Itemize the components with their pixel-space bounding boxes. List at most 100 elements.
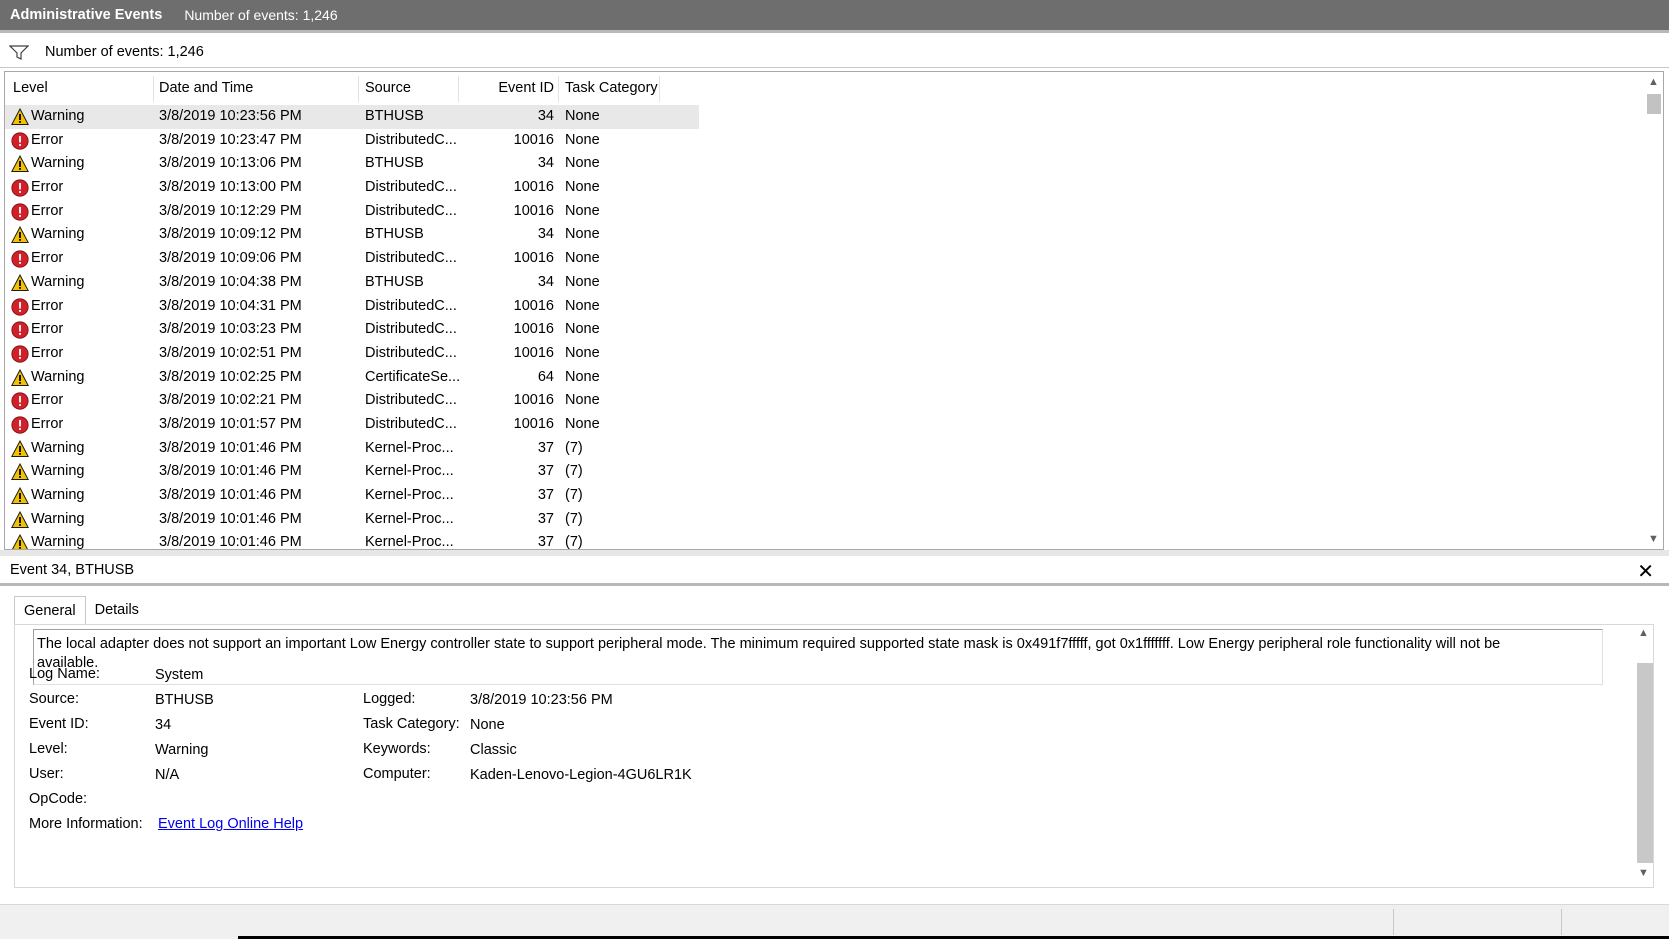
cell-level: Warning: [31, 510, 85, 527]
table-row[interactable]: Warning 3/8/2019 10:02:25 PM CertificateSe…: [5, 366, 1645, 390]
table-row[interactable]: Warning 3/8/2019 10:09:12 PM BTHUSB 34 None: [5, 223, 1645, 247]
column-header-task-category[interactable]: Task Category: [565, 72, 658, 105]
cell-source: BTHUSB: [365, 273, 424, 290]
detail-scroll-down-icon[interactable]: ▼: [1634, 867, 1653, 885]
cell-event-id: 34: [537, 273, 554, 290]
table-row[interactable]: Error 3/8/2019 10:12:29 PM DistributedC...…: [5, 200, 1645, 224]
logged-value: 3/8/2019 10:23:56 PM: [470, 692, 613, 708]
event-log-online-help-link[interactable]: Event Log Online Help: [158, 816, 303, 832]
tab-general[interactable]: General: [14, 596, 86, 624]
warning-icon: [10, 510, 30, 529]
cell-event-id: 10016: [513, 297, 554, 314]
events-list-scrollbar[interactable]: ▲ ▼: [1644, 72, 1663, 549]
warning-icon: [10, 226, 30, 244]
column-header-date[interactable]: Date and Time: [159, 72, 253, 105]
cell-task-category: None: [565, 368, 600, 385]
close-icon[interactable]: ✕: [1637, 559, 1654, 584]
table-row[interactable]: Warning 3/8/2019 10:23:56 PM BTHUSB 34 None: [5, 105, 1645, 129]
cell-date: 3/8/2019 10:01:46 PM: [159, 439, 302, 456]
table-row[interactable]: Error 3/8/2019 10:02:51 PM DistributedC...…: [5, 342, 1645, 366]
column-header-level[interactable]: Level: [13, 72, 48, 105]
cell-date: 3/8/2019 10:01:46 PM: [159, 463, 302, 480]
cell-level: Warning: [31, 155, 85, 172]
detail-scroll-thumb[interactable]: [1637, 663, 1653, 863]
cell-task-category: None: [565, 108, 600, 124]
cell-event-id: 10016: [513, 131, 554, 148]
table-row[interactable]: Warning 3/8/2019 10:01:46 PM Kernel-Proc..…: [5, 484, 1645, 508]
event-id-value: 34: [155, 717, 172, 733]
warning-icon: [10, 273, 30, 292]
cell-level: Warning: [31, 439, 85, 456]
cell-source: DistributedC...: [365, 392, 457, 409]
more-information-label: More Information:: [29, 816, 143, 832]
cell-source: BTHUSB: [365, 226, 424, 243]
cell-source: Kernel-Proc...: [365, 439, 454, 456]
table-row[interactable]: Warning 3/8/2019 10:04:38 PM BTHUSB 34 None: [5, 271, 1645, 295]
table-row[interactable]: Error 3/8/2019 10:02:21 PM DistributedC...…: [5, 389, 1645, 413]
detail-scroll-up-icon[interactable]: ▲: [1634, 627, 1653, 645]
general-tab-panel: The local adapter does not support an im…: [14, 624, 1654, 888]
detail-tabs: General Details: [14, 596, 148, 624]
filter-icon[interactable]: [9, 44, 29, 60]
table-row[interactable]: Warning 3/8/2019 10:01:46 PM Kernel-Proc..…: [5, 437, 1645, 461]
error-icon: [11, 345, 29, 363]
cell-date: 3/8/2019 10:02:51 PM: [159, 344, 302, 361]
cell-level: Warning: [31, 108, 85, 124]
cell-task-category: None: [565, 273, 600, 290]
cell-date: 3/8/2019 10:04:31 PM: [159, 297, 302, 314]
cell-event-id: 10016: [513, 250, 554, 267]
cell-event-id: 37: [537, 487, 554, 503]
cell-date: 3/8/2019 10:13:00 PM: [159, 179, 302, 196]
logged-label: Logged:: [363, 691, 416, 707]
cell-task-category: None: [565, 321, 600, 338]
scroll-down-arrow-icon[interactable]: ▼: [1644, 530, 1663, 548]
scroll-thumb[interactable]: [1647, 94, 1661, 114]
detail-scrollbar[interactable]: ▲ ▼: [1634, 625, 1653, 887]
tab-details[interactable]: Details: [86, 596, 148, 624]
cell-level: Warning: [31, 226, 85, 243]
task-category-label: Task Category:: [363, 716, 460, 732]
cell-date: 3/8/2019 10:01:46 PM: [159, 487, 302, 503]
log-name-value: System: [155, 667, 204, 683]
cell-date: 3/8/2019 10:09:12 PM: [159, 226, 302, 243]
cell-level: Warning: [31, 463, 85, 480]
description-line-1: The local adapter does not support an im…: [37, 636, 1501, 652]
cell-source: DistributedC...: [365, 202, 457, 219]
error-icon: [11, 250, 29, 268]
table-row[interactable]: Error 3/8/2019 10:01:57 PM DistributedC...…: [5, 413, 1645, 437]
table-row[interactable]: Error 3/8/2019 10:03:23 PM DistributedC...…: [5, 318, 1645, 342]
cell-task-category: None: [565, 250, 600, 267]
scroll-up-arrow-icon[interactable]: ▲: [1644, 73, 1663, 91]
detail-title: Event 34, BTHUSB: [10, 561, 135, 578]
cell-event-id: 64: [537, 368, 554, 385]
cell-level: Error: [31, 179, 64, 196]
cell-task-category: (7): [565, 463, 583, 480]
column-header-event-id[interactable]: Event ID: [458, 72, 554, 105]
table-row[interactable]: Warning 3/8/2019 10:01:46 PM Kernel-Proc..…: [5, 460, 1645, 484]
cell-date: 3/8/2019 10:13:06 PM: [159, 155, 302, 172]
cell-event-id: 10016: [513, 321, 554, 338]
cell-level: Error: [31, 392, 64, 409]
cell-source: Kernel-Proc...: [365, 510, 454, 527]
cell-task-category: (7): [565, 439, 583, 456]
events-list[interactable]: Level Date and Time Source Event ID Task…: [4, 71, 1664, 550]
cell-task-category: None: [565, 415, 600, 432]
user-value: N/A: [155, 767, 180, 783]
table-row[interactable]: Warning 3/8/2019 10:13:06 PM BTHUSB 34 None: [5, 152, 1645, 176]
window-title: Administrative Events: [10, 7, 163, 23]
error-icon: [11, 132, 29, 150]
event-description[interactable]: The local adapter does not support an im…: [33, 629, 1603, 685]
cell-date: 3/8/2019 10:23:56 PM: [159, 108, 302, 124]
warning-icon: [10, 155, 30, 173]
table-row[interactable]: Error 3/8/2019 10:04:31 PM DistributedC...…: [5, 295, 1645, 319]
keywords-label: Keywords:: [363, 741, 431, 757]
cell-level: Error: [31, 415, 64, 432]
table-row[interactable]: Error 3/8/2019 10:09:06 PM DistributedC...…: [5, 247, 1645, 271]
table-row[interactable]: Warning 3/8/2019 10:01:46 PM Kernel-Proc..…: [5, 531, 1645, 549]
table-row[interactable]: Error 3/8/2019 10:23:47 PM DistributedC...…: [5, 129, 1645, 153]
column-header-source[interactable]: Source: [365, 72, 411, 105]
level-label: Level:: [29, 741, 68, 757]
warning-icon: [11, 534, 29, 549]
table-row[interactable]: Error 3/8/2019 10:13:00 PM DistributedC...…: [5, 176, 1645, 200]
table-row[interactable]: Warning 3/8/2019 10:01:46 PM Kernel-Proc..…: [5, 508, 1645, 532]
